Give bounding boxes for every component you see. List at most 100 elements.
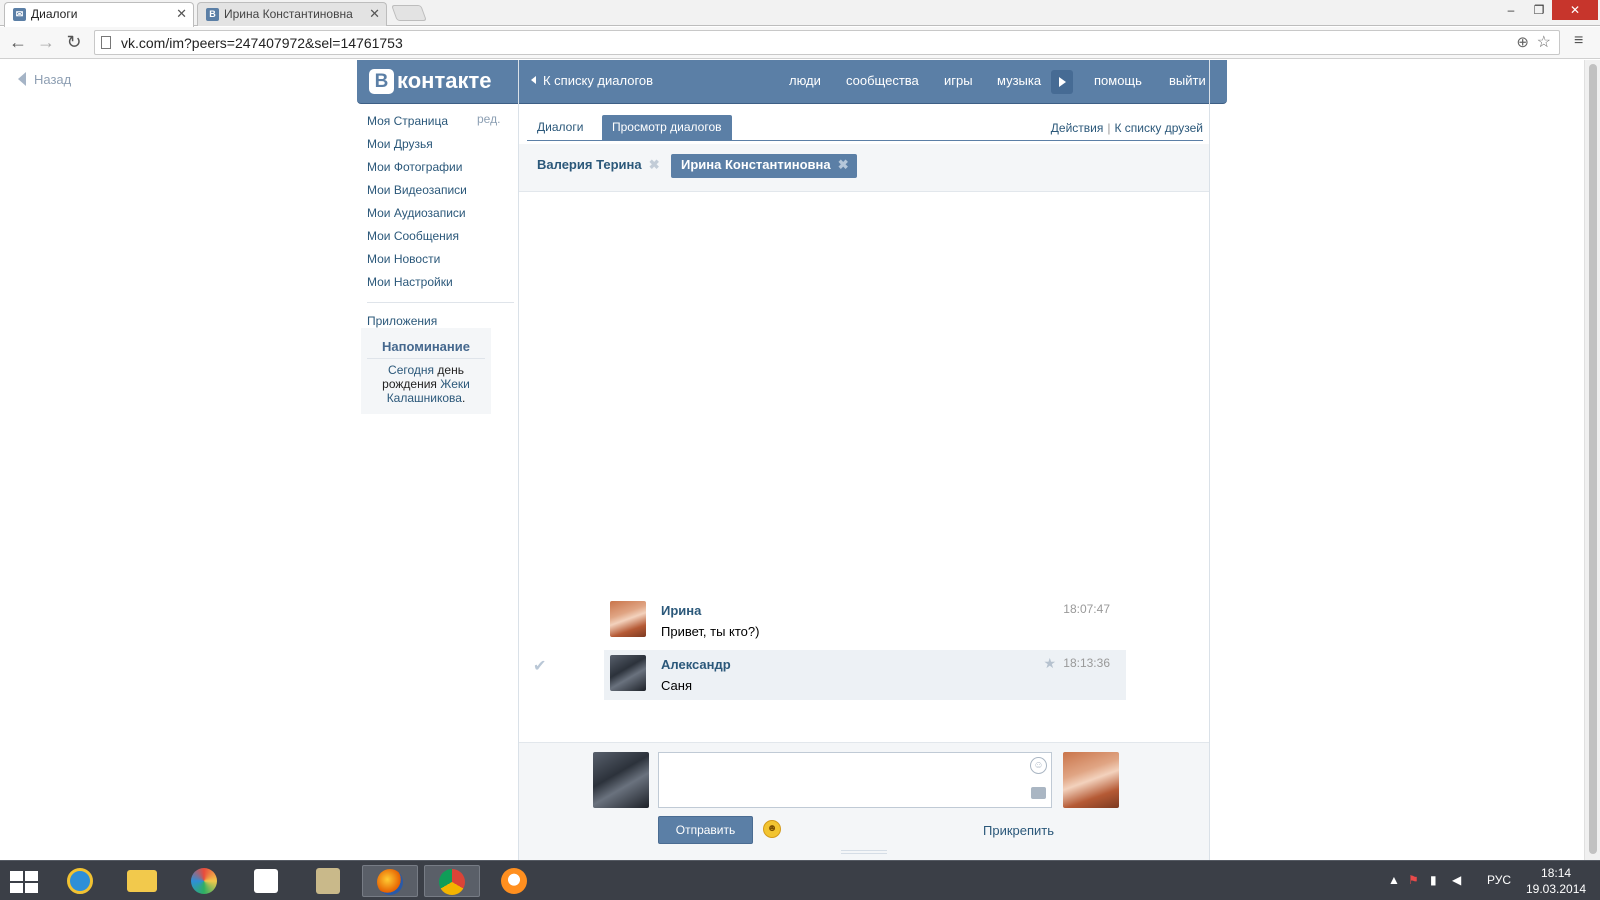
peer-valeria[interactable]: Валерия Терина ✖: [527, 154, 668, 178]
tab-view-dialogs[interactable]: Просмотр диалогов: [602, 115, 732, 141]
message-text: Привет, ты кто?): [661, 624, 760, 639]
network-flag-icon[interactable]: ⚑: [1408, 873, 1419, 887]
my-avatar[interactable]: [593, 752, 649, 808]
checkmark-icon[interactable]: ✔: [533, 656, 546, 676]
message-time: 18:13:36: [1063, 656, 1110, 670]
clock-time: 18:14: [1541, 866, 1572, 880]
page-viewport: Назад Вконтакте К списку диалогов люди с…: [0, 60, 1584, 860]
language-indicator[interactable]: РУС: [1487, 873, 1511, 887]
camera-icon[interactable]: [1031, 787, 1046, 799]
chrome-icon[interactable]: [424, 865, 480, 897]
star-icon[interactable]: ★: [1043, 655, 1056, 672]
battery-icon[interactable]: ▮: [1430, 873, 1437, 887]
vk-icon: B: [206, 8, 219, 21]
back-link[interactable]: Назад: [18, 72, 71, 87]
avatar[interactable]: [610, 601, 646, 637]
attach-link[interactable]: Прикрепить: [983, 823, 1054, 838]
messenger-app-icon[interactable]: [486, 865, 542, 897]
apps-grid-icon[interactable]: [238, 865, 294, 897]
message-row[interactable]: Александр Саня ★ 18:13:36: [604, 650, 1126, 700]
start-logo-pane: [10, 883, 23, 893]
remove-peer-icon[interactable]: ✖: [838, 154, 849, 176]
vk-logo-letter: В: [369, 69, 394, 94]
reload-icon[interactable]: ↻: [62, 31, 86, 55]
media-glyph: [191, 867, 217, 894]
file-explorer-icon[interactable]: [114, 865, 170, 897]
smile-icon[interactable]: ☺: [1030, 757, 1047, 774]
send-button[interactable]: Отправить: [658, 816, 753, 844]
sidebar-item-settings[interactable]: Мои Настройки: [367, 273, 507, 296]
zoom-icon[interactable]: ⊕: [1516, 33, 1529, 51]
new-tab-button[interactable]: [391, 5, 427, 21]
separator: |: [1107, 121, 1111, 135]
message-row[interactable]: Ирина Привет, ты кто?) 18:07:47: [604, 596, 1126, 646]
peer-name: Валерия Терина: [537, 157, 642, 172]
sidebar-menu: ред. Моя Страница Мои Друзья Мои Фотогра…: [367, 112, 514, 335]
close-icon[interactable]: ✕: [369, 3, 380, 25]
address-bar[interactable]: vk.com/im?peers=247407972&sel=14761753 ⊕…: [94, 30, 1560, 55]
sidebar-divider: [367, 302, 514, 303]
sidebar-item-messages[interactable]: Мои Сообщения: [367, 227, 507, 250]
bookmark-star-icon[interactable]: ☆: [1537, 32, 1551, 52]
resize-grip[interactable]: [841, 850, 887, 854]
url-text: vk.com/im?peers=247407972&sel=14761753: [121, 35, 403, 51]
reminder-period: .: [461, 391, 466, 405]
windows-taskbar: ▲ ⚑ ▮ ◀ РУС 18:14 19.03.2014: [0, 860, 1600, 900]
grid-glyph: [254, 868, 278, 893]
back-arrow-icon[interactable]: ←: [6, 31, 30, 55]
peer-avatar[interactable]: [1063, 752, 1119, 808]
clock-date: 19.03.2014: [1526, 882, 1587, 896]
reminder-today-link[interactable]: Сегодня: [388, 363, 434, 377]
birthday-reminder: Напоминание Сегодня день рождения Жеки К…: [361, 328, 491, 414]
media-app-icon[interactable]: [176, 865, 232, 897]
actions-link[interactable]: Действия: [1051, 121, 1104, 135]
reminder-title: Напоминание: [381, 339, 470, 354]
message-author[interactable]: Ирина: [661, 603, 701, 618]
sidebar-item-photos[interactable]: Мои Фотографии: [367, 158, 507, 181]
peer-irina[interactable]: Ирина Константиновна ✖: [671, 154, 857, 178]
avatar[interactable]: [610, 655, 646, 691]
scrollbar-thumb[interactable]: [1589, 64, 1597, 854]
browser-tab-dialogs[interactable]: ✉ Диалоги ✕: [4, 2, 194, 27]
peer-selector: Валерия Терина ✖ Ирина Константиновна ✖: [519, 144, 1209, 192]
message-text: Саня: [661, 678, 692, 693]
close-icon[interactable]: ✕: [176, 3, 187, 25]
emoji-icon[interactable]: ☻: [763, 820, 781, 838]
firefox-icon[interactable]: [362, 865, 418, 897]
message-input[interactable]: ☺: [658, 752, 1052, 808]
peer-name: Ирина Константиновна: [681, 157, 831, 172]
message-author[interactable]: Александр: [661, 657, 731, 672]
browser-menu-icon[interactable]: ≡: [1574, 32, 1583, 50]
message-composer: ☺ Отправить ☻ Прикрепить: [519, 742, 1209, 860]
system-clock[interactable]: 18:14 19.03.2014: [1526, 865, 1586, 897]
reminder-divider: [367, 358, 485, 359]
remove-peer-icon[interactable]: ✖: [649, 154, 660, 176]
volume-icon[interactable]: ◀: [1452, 873, 1461, 887]
sidebar-item-videos[interactable]: Мои Видеозаписи: [367, 181, 507, 204]
dialog-tabs: Диалоги Просмотр диалогов Действия | К спи…: [527, 113, 1203, 141]
message-icon: ✉: [13, 8, 26, 21]
browser-tab-irina[interactable]: B Ирина Константиновна ✕: [197, 2, 387, 26]
restore-button[interactable]: ❐: [1524, 0, 1554, 20]
windows-start-icon[interactable]: [10, 871, 38, 893]
archive-app-icon[interactable]: [300, 865, 356, 897]
page-icon: [101, 36, 111, 49]
page-scrollbar[interactable]: [1584, 60, 1600, 860]
window-close-button[interactable]: ✕: [1552, 0, 1598, 20]
sidebar-item-friends[interactable]: Мои Друзья: [367, 135, 507, 158]
forward-arrow-icon[interactable]: →: [34, 31, 58, 55]
dialog-panel: Диалоги Просмотр диалогов Действия | К спи…: [518, 60, 1210, 860]
internet-explorer-icon[interactable]: [52, 865, 108, 897]
edit-link[interactable]: ред.: [477, 112, 500, 126]
folder-glyph: [127, 869, 157, 892]
minimize-button[interactable]: –: [1496, 0, 1526, 20]
back-arrow-icon: [18, 72, 26, 86]
vk-logo-text: контакте: [397, 68, 492, 93]
tray-expand-icon[interactable]: ▲: [1388, 873, 1400, 887]
tab-dialogs[interactable]: Диалоги: [527, 115, 593, 141]
friends-list-link[interactable]: К списку друзей: [1114, 121, 1203, 135]
tabs-right-links: Действия | К списку друзей: [1051, 121, 1203, 135]
vk-logo[interactable]: Вконтакте: [369, 68, 491, 96]
sidebar-item-audio[interactable]: Мои Аудиозаписи: [367, 204, 507, 227]
sidebar-item-news[interactable]: Мои Новости: [367, 250, 507, 273]
